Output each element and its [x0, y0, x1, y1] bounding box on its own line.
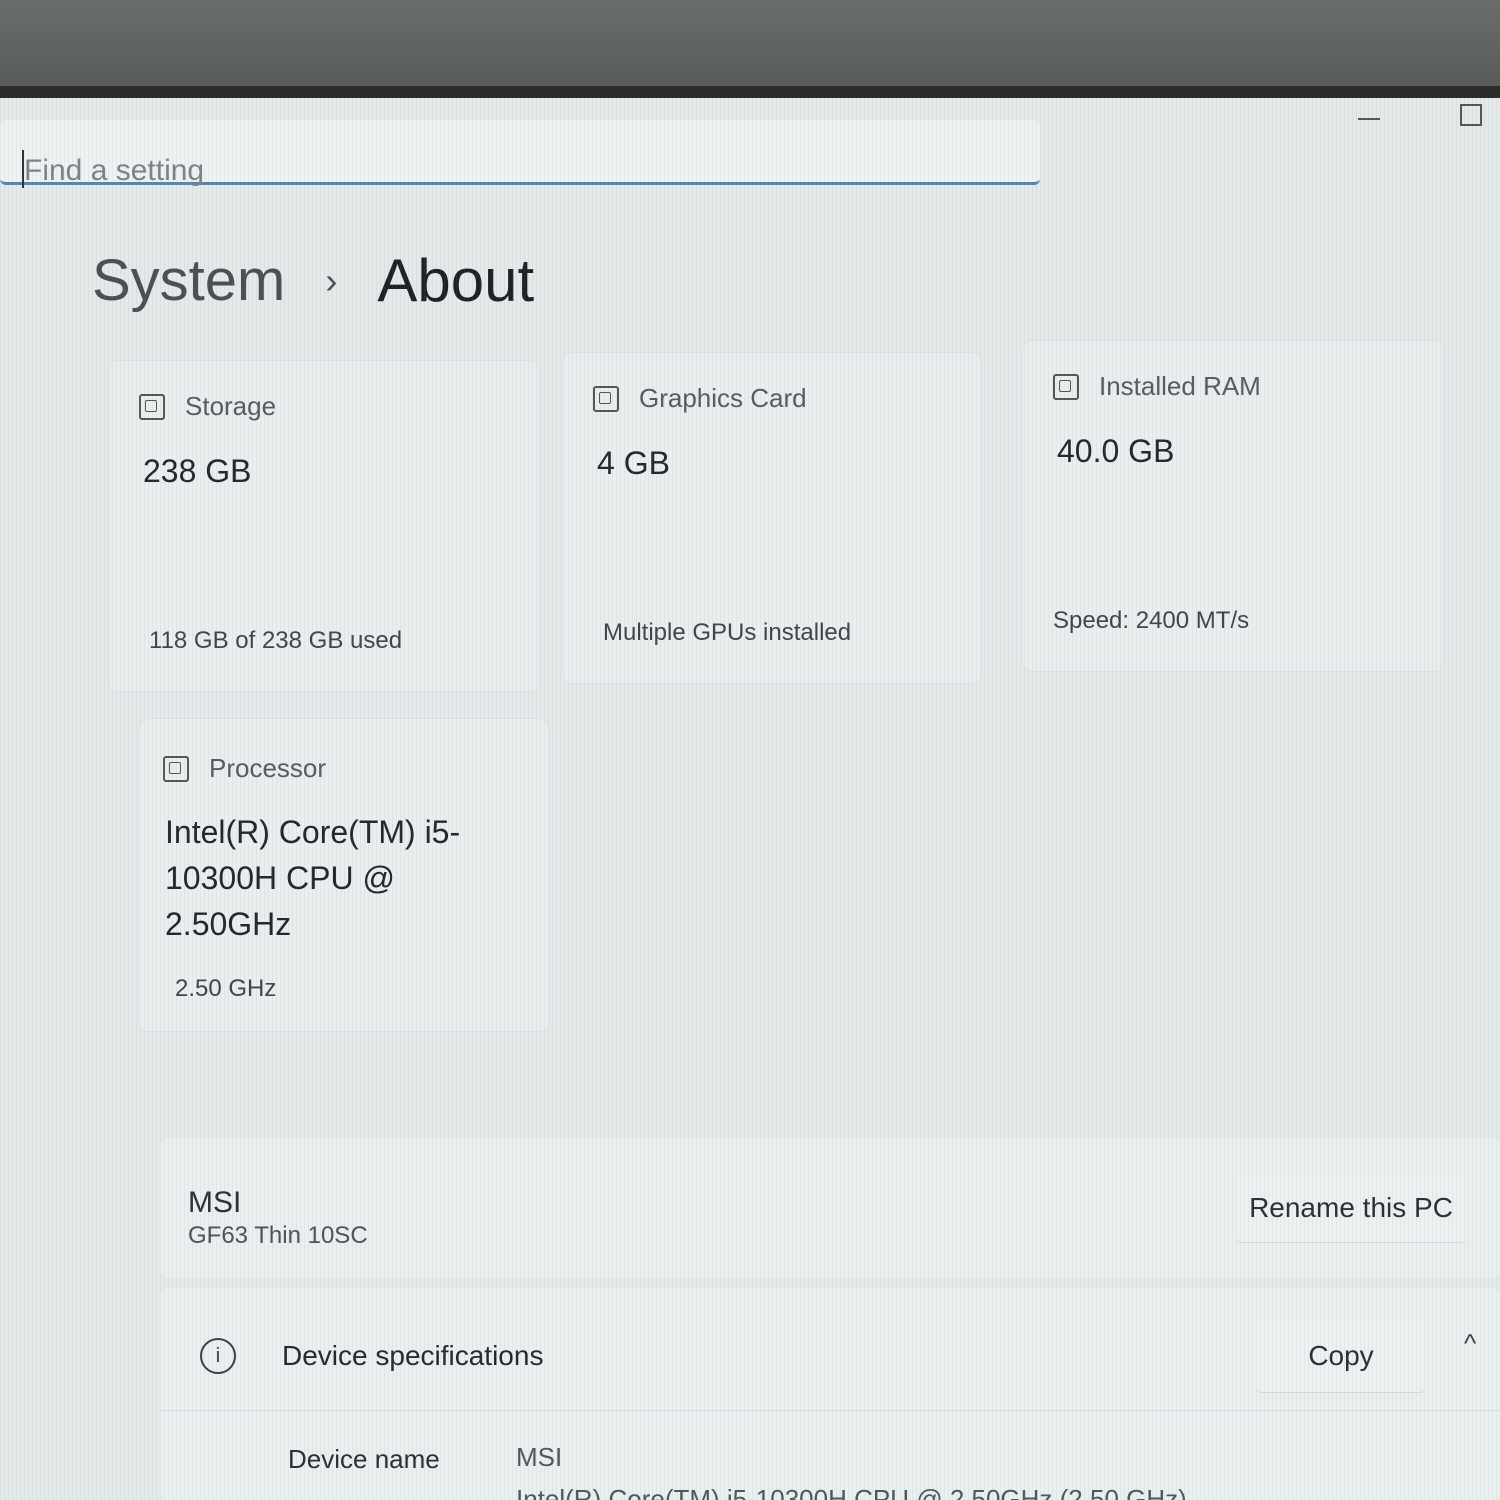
- info-icon: i: [200, 1338, 236, 1374]
- breadcrumb: System › About: [92, 246, 534, 315]
- graphics-card-value: 4 GB: [597, 445, 670, 481]
- breadcrumb-system[interactable]: System: [92, 247, 285, 314]
- processor-label: Processor: [209, 753, 327, 783]
- graphics-card-card: Graphics Card 4 GB Multiple GPUs install…: [562, 352, 982, 684]
- device-brand: MSI: [188, 1186, 242, 1219]
- settings-window: Find a setting System › About Storage 23…: [0, 98, 1500, 1500]
- installed-ram-detail: Speed: 2400 MT/s: [1053, 607, 1250, 634]
- storage-icon: [139, 393, 165, 420]
- maximize-button[interactable]: [1460, 104, 1482, 126]
- minimize-button[interactable]: [1358, 118, 1380, 120]
- device-info-row: MSI GF63 Thin 10SC Rename this PC: [160, 1138, 1500, 1278]
- storage-detail: 118 GB of 238 GB used: [149, 627, 403, 654]
- rename-pc-button[interactable]: Rename this PC: [1236, 1170, 1466, 1243]
- device-model: GF63 Thin 10SC: [188, 1222, 368, 1249]
- spec-value-device-name: MSI: [516, 1442, 563, 1472]
- storage-card: Storage 238 GB 118 GB of 238 GB used: [108, 360, 540, 692]
- copy-button[interactable]: Copy: [1256, 1318, 1426, 1393]
- ram-icon: [1053, 373, 1079, 400]
- storage-label: Storage: [185, 391, 277, 421]
- chevron-up-icon[interactable]: ^: [1464, 1328, 1476, 1359]
- storage-value: 238 GB: [143, 453, 252, 489]
- monitor-bezel: [0, 0, 1500, 100]
- processor-card: Processor Intel(R) Core(TM) i5-10300H CP…: [138, 718, 550, 1032]
- installed-ram-label: Installed RAM: [1099, 371, 1261, 401]
- spec-value-processor: Intel(R) Core(TM) i5-10300H CPU @ 2.50GH…: [516, 1484, 1187, 1500]
- graphics-card-icon: [593, 385, 619, 412]
- processor-icon: [163, 755, 189, 782]
- installed-ram-value: 40.0 GB: [1057, 433, 1175, 469]
- installed-ram-card: Installed RAM 40.0 GB Speed: 2400 MT/s: [1022, 340, 1444, 672]
- search-box[interactable]: Find a setting: [0, 120, 1040, 188]
- graphics-card-detail: Multiple GPUs installed: [603, 619, 852, 646]
- processor-detail: 2.50 GHz: [175, 975, 277, 1002]
- processor-value: Intel(R) Core(TM) i5-10300H CPU @ 2.50GH…: [165, 814, 461, 942]
- graphics-card-label: Graphics Card: [639, 383, 807, 413]
- device-specifications-section: i Device specifications Copy ^ Device na…: [160, 1288, 1500, 1500]
- divider: [160, 1410, 1500, 1411]
- device-specifications-title[interactable]: Device specifications: [282, 1340, 543, 1372]
- chevron-right-icon: ›: [325, 259, 338, 301]
- spec-label-device-name: Device name: [288, 1444, 440, 1474]
- page-title: About: [377, 247, 535, 314]
- search-input[interactable]: Find a setting: [24, 154, 204, 188]
